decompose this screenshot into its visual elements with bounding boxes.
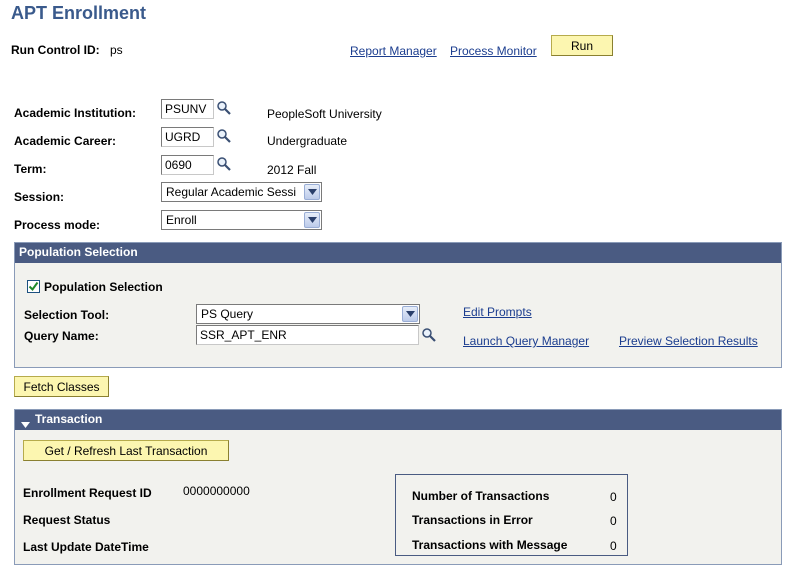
query-name-lookup-icon[interactable] <box>421 327 437 346</box>
population-selection-checkbox[interactable] <box>27 280 40 293</box>
career-input[interactable]: UGRD <box>161 127 214 147</box>
chevron-down-icon <box>304 212 320 228</box>
selection-tool-select[interactable]: PS Query <box>196 304 420 324</box>
session-select[interactable]: Regular Academic Sessi <box>161 182 322 202</box>
term-label: Term: <box>14 162 47 176</box>
enrollment-request-id-label: Enrollment Request ID <box>23 486 152 500</box>
institution-label: Academic Institution: <box>14 106 137 120</box>
transaction-header-label: Transaction <box>35 412 103 426</box>
enrollment-request-id-value: 0000000000 <box>183 484 250 498</box>
session-label: Session: <box>14 190 65 204</box>
transactions-in-error-value: 0 <box>610 514 617 528</box>
process-mode-select[interactable]: Enroll <box>161 210 322 230</box>
run-control-value: ps <box>110 43 123 57</box>
selection-tool-label: Selection Tool: <box>24 308 110 322</box>
preview-selection-results-link[interactable]: Preview Selection Results <box>619 334 758 348</box>
process-monitor-link[interactable]: Process Monitor <box>450 44 537 58</box>
transactions-with-message-value: 0 <box>610 539 617 553</box>
collapse-triangle-icon[interactable] <box>21 417 30 431</box>
term-input[interactable]: 0690 <box>161 155 214 175</box>
career-label: Academic Career: <box>14 134 117 148</box>
last-update-datetime-label: Last Update DateTime <box>23 540 149 554</box>
career-description: Undergraduate <box>267 134 348 148</box>
query-name-label: Query Name: <box>24 329 99 343</box>
chevron-down-icon <box>402 306 418 322</box>
term-description: 2012 Fall <box>267 163 317 177</box>
institution-description: PeopleSoft University <box>267 107 382 121</box>
transactions-with-message-label: Transactions with Message <box>412 538 568 552</box>
institution-input[interactable]: PSUNV <box>161 99 214 119</box>
launch-query-manager-link[interactable]: Launch Query Manager <box>463 334 589 348</box>
number-of-transactions-value: 0 <box>610 490 617 504</box>
get-refresh-last-transaction-button[interactable]: Get / Refresh Last Transaction <box>23 440 229 461</box>
transaction-header[interactable]: Transaction <box>15 410 781 430</box>
process-mode-select-value: Enroll <box>166 213 197 227</box>
population-selection-checkbox-label: Population Selection <box>44 280 163 294</box>
report-manager-link[interactable]: Report Manager <box>350 44 437 58</box>
edit-prompts-link[interactable]: Edit Prompts <box>463 305 532 319</box>
institution-lookup-icon[interactable] <box>216 100 232 119</box>
process-mode-label: Process mode: <box>14 218 101 232</box>
run-button[interactable]: Run <box>551 35 613 56</box>
selection-tool-select-value: PS Query <box>201 307 254 321</box>
transactions-in-error-label: Transactions in Error <box>412 513 533 527</box>
run-control-label: Run Control ID: <box>11 43 100 57</box>
chevron-down-icon <box>304 184 320 200</box>
population-selection-header: Population Selection <box>15 243 781 263</box>
page-title: APT Enrollment <box>11 3 147 23</box>
term-lookup-icon[interactable] <box>216 156 232 175</box>
number-of-transactions-label: Number of Transactions <box>412 489 550 503</box>
query-name-input[interactable]: SSR_APT_ENR <box>196 325 419 345</box>
request-status-label: Request Status <box>23 513 111 527</box>
fetch-classes-button[interactable]: Fetch Classes <box>14 376 109 397</box>
career-lookup-icon[interactable] <box>216 128 232 147</box>
session-select-value: Regular Academic Sessi <box>166 185 297 199</box>
